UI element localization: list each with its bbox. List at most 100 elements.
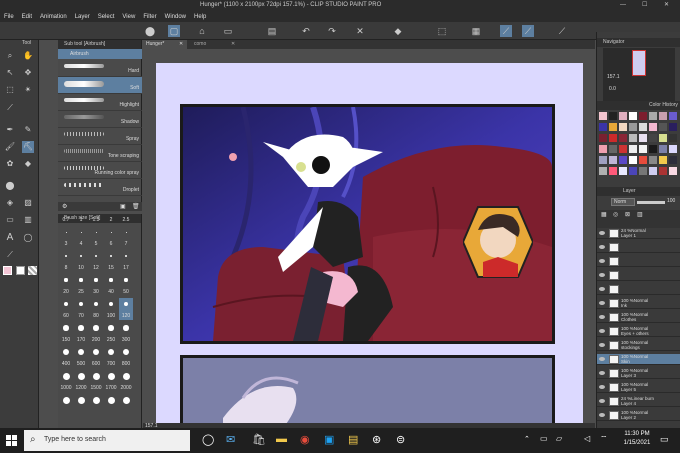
menu-view[interactable]: View [118, 14, 139, 20]
main-color-swatch[interactable] [3, 266, 12, 275]
figure-tool-icon[interactable]: ▭ [4, 214, 16, 226]
color-history-swatch[interactable] [669, 134, 677, 142]
zoom-tool-icon[interactable]: ⌕ [4, 50, 16, 62]
chrome-icon[interactable]: ◉ [300, 433, 310, 446]
notification-icon[interactable]: ▭ [660, 434, 669, 445]
menu-window[interactable]: Window [161, 14, 190, 20]
color-history-swatch[interactable] [599, 112, 607, 120]
twitter-icon[interactable]: ▣ [324, 433, 334, 446]
correct-line-icon[interactable]: ⟋ [4, 249, 16, 261]
menu-file[interactable]: File [0, 14, 18, 20]
undo-icon[interactable]: ↶ [300, 25, 312, 37]
tab-hunger[interactable]: Hunger* ✕ [143, 40, 187, 49]
mail-icon[interactable]: ✉ [226, 433, 235, 446]
subtool-spray[interactable]: Spray [58, 128, 142, 145]
maximize-button[interactable]: ☐ [642, 1, 647, 8]
color-history-swatch[interactable] [669, 167, 677, 175]
eye-icon[interactable] [599, 413, 605, 417]
brush-tool-icon[interactable]: 🖌 [4, 141, 16, 153]
menu-filter[interactable]: Filter [139, 14, 160, 20]
eyedropper-icon[interactable]: ⟋ [4, 102, 16, 114]
eye-icon[interactable] [599, 287, 605, 291]
operation-tool-icon[interactable]: ↖ [4, 67, 16, 79]
color-history-swatch[interactable] [669, 145, 677, 153]
eye-icon[interactable] [599, 329, 605, 333]
color-history-swatch[interactable] [639, 156, 647, 164]
color-history-swatch[interactable] [609, 134, 617, 142]
save-icon[interactable]: ▭ [222, 25, 234, 37]
clear-icon[interactable]: ✕ [354, 25, 366, 37]
color-history-swatch[interactable] [629, 112, 637, 120]
tab-close-icon[interactable]: ✕ [231, 41, 235, 47]
color-history-swatch[interactable] [659, 123, 667, 131]
layer-row[interactable]: 24 %Linear burn Layer 4 [597, 396, 680, 407]
airbrush-group-tab[interactable]: Airbrush [58, 49, 142, 59]
transparent-swatch[interactable] [28, 266, 37, 275]
menu-help[interactable]: Help [190, 14, 210, 20]
tray-network-icon[interactable]: ▱ [556, 434, 562, 443]
subtool-hard[interactable]: Hard [58, 60, 142, 77]
color-history-swatch[interactable] [639, 123, 647, 131]
brush-size-cell[interactable]: 1200 [74, 385, 88, 416]
color-history-swatch[interactable] [619, 112, 627, 120]
layer-row[interactable]: 100 %Normal Layer 5 [597, 382, 680, 393]
snap-icon[interactable]: ▦ [470, 25, 482, 37]
color-history-swatch[interactable] [639, 112, 647, 120]
brush-size-cell[interactable]: 1700 [104, 385, 118, 416]
color-history-swatch[interactable] [659, 156, 667, 164]
ruler-snap-icon[interactable]: ⟋ [500, 25, 512, 37]
eye-icon[interactable] [599, 301, 605, 305]
color-history-swatch[interactable] [649, 145, 657, 153]
blend-mode-select[interactable]: Norm [611, 198, 635, 206]
clip-studio-icon[interactable]: ⊛ [372, 433, 381, 446]
color-history-swatch[interactable] [629, 123, 637, 131]
layer-mask-icon[interactable]: ▥ [637, 211, 643, 218]
minimize-button[interactable]: — [620, 2, 626, 8]
layer-row[interactable]: 100 %Normal Clothes [597, 312, 680, 323]
layer-lock-icon[interactable]: ⊠ [625, 211, 630, 218]
eye-icon[interactable] [599, 371, 605, 375]
color-history-swatch[interactable] [669, 156, 677, 164]
blend-tool-icon[interactable]: ⬤ [4, 180, 16, 192]
color-history-swatch[interactable] [619, 134, 627, 142]
color-history-swatch[interactable] [669, 112, 677, 120]
fill-tool-icon[interactable]: ◈ [4, 197, 16, 209]
layer-ref-icon[interactable]: ◎ [613, 211, 618, 218]
eye-icon[interactable] [599, 259, 605, 263]
eye-icon[interactable] [599, 245, 605, 249]
color-history-swatch[interactable] [609, 156, 617, 164]
eye-icon[interactable] [599, 399, 605, 403]
color-history-swatch[interactable] [659, 145, 667, 153]
color-history-swatch[interactable] [649, 156, 657, 164]
layer-row[interactable]: 100 %Normal Skin [597, 354, 680, 365]
tray-chevron-icon[interactable]: ⌃ [524, 435, 530, 443]
color-history-swatch[interactable] [649, 167, 657, 175]
menu-layer[interactable]: Layer [71, 14, 94, 20]
navigator-zoom[interactable]: 157.1 [607, 74, 620, 80]
menu-select[interactable]: Select [94, 14, 119, 20]
layer-row[interactable] [597, 256, 680, 267]
tray-volume-icon[interactable]: ◁ [584, 434, 590, 443]
eye-icon[interactable] [599, 273, 605, 277]
menu-animation[interactable]: Animation [36, 14, 71, 20]
auto-select-icon[interactable]: ✴ [22, 84, 34, 96]
color-history-swatch[interactable] [609, 123, 617, 131]
layer-row[interactable]: 100 %Normal stockings [597, 340, 680, 351]
color-history-swatch[interactable] [639, 145, 647, 153]
brush-size-cell[interactable]: 1000 [59, 385, 73, 416]
clip-studio-paint-icon[interactable]: ⊜ [396, 433, 405, 446]
layer-row[interactable]: 100 %Normal Layer 2 [597, 410, 680, 421]
opacity-slider[interactable] [637, 201, 665, 204]
color-history-swatch[interactable] [619, 167, 627, 175]
layer-row[interactable]: 100 %Normal Ink [597, 298, 680, 309]
logo-icon[interactable]: ⬤ [144, 25, 156, 37]
transform-icon[interactable]: ⬚ [436, 25, 448, 37]
color-history-swatch[interactable] [659, 167, 667, 175]
tab-close-icon[interactable]: ✕ [179, 41, 183, 47]
color-history-swatch[interactable] [599, 145, 607, 153]
print-icon[interactable]: ▤ [266, 25, 278, 37]
eye-icon[interactable] [599, 385, 605, 389]
open-icon[interactable]: ⌂ [196, 25, 208, 37]
decoration-tool-icon[interactable]: ✿ [4, 158, 16, 170]
task-view-icon[interactable]: ◯ [202, 433, 214, 446]
